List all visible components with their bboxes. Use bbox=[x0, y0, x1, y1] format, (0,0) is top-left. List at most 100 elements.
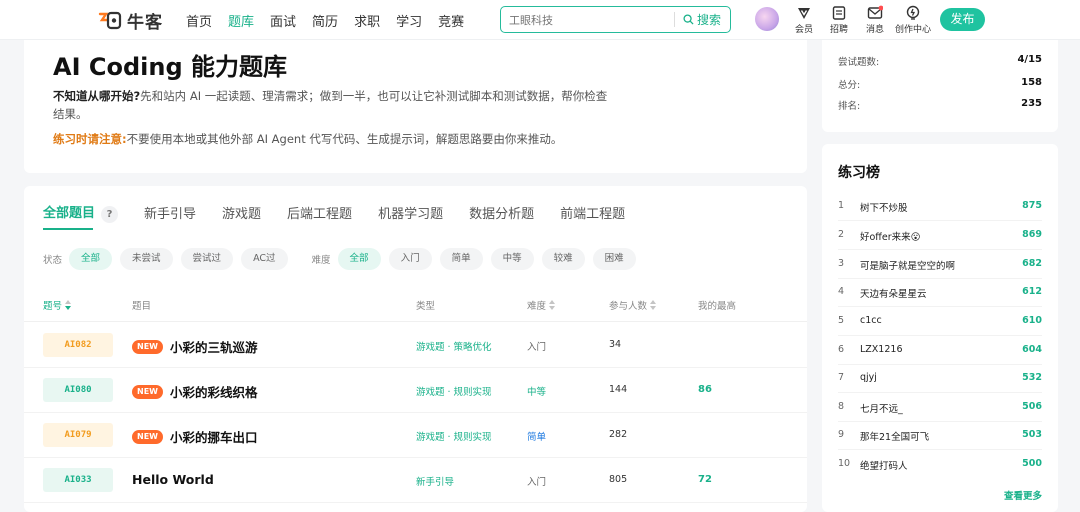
nav-resume[interactable]: 简历 bbox=[312, 11, 338, 30]
difficulty-very-hard-chip[interactable]: 困难 bbox=[592, 248, 636, 270]
problem-participants: 805 bbox=[609, 474, 628, 485]
tab-all[interactable]: 全部题目? bbox=[43, 202, 119, 223]
nav-recruit[interactable]: 招聘 bbox=[820, 5, 858, 35]
tab-data-analysis[interactable]: 数据分析题 bbox=[469, 203, 534, 222]
problem-title-text: Hello World bbox=[132, 472, 214, 487]
active-tab-indicator bbox=[43, 228, 93, 230]
leaderboard-title: 练习榜 bbox=[838, 165, 880, 181]
tab-backend[interactable]: 后端工程题 bbox=[287, 203, 352, 222]
nav-home[interactable]: 首页 bbox=[186, 11, 212, 30]
rank-user[interactable]: c1cc bbox=[860, 315, 882, 326]
problem-title[interactable]: Hello World bbox=[132, 472, 214, 487]
help-icon[interactable]: ? bbox=[101, 206, 119, 223]
difficulty-easy-chip[interactable]: 简单 bbox=[439, 248, 483, 270]
difficulty-intro-chip[interactable]: 入门 bbox=[388, 248, 432, 270]
top-navbar: 牛客 首页 题库 面试 简历 求职 学习 竞赛 搜索 会员 招聘 消息 创作中心… bbox=[0, 0, 1080, 40]
col-difficulty-header[interactable]: 难度 bbox=[527, 298, 556, 312]
table-row[interactable]: AI079 NEW 小彩的挪车出口 游戏题 · 规则实现 简单 282 bbox=[24, 413, 807, 458]
rank-user[interactable]: 树下不炒股 bbox=[860, 200, 908, 214]
sort-icon bbox=[65, 300, 72, 310]
practice-leaderboard: 练习榜 1 树下不炒股 875 2 好offer来来😮 869 3 可是脑子就是空空的啊 6… bbox=[822, 144, 1058, 512]
leaderboard-row[interactable]: 1 树下不炒股 875 bbox=[838, 192, 1042, 221]
problem-type: 新手引导 bbox=[416, 477, 455, 488]
stat-label: 尝试题数: bbox=[838, 57, 880, 68]
col-participants-header[interactable]: 参与人数 bbox=[609, 298, 657, 312]
nav-interview[interactable]: 面试 bbox=[270, 11, 296, 30]
nowcoder-logo-icon bbox=[97, 10, 123, 32]
user-avatar[interactable] bbox=[755, 7, 779, 31]
tab-frontend[interactable]: 前端工程题 bbox=[560, 203, 625, 222]
nav-message[interactable]: 消息 bbox=[856, 5, 894, 35]
difficulty-all-chip[interactable]: 全部 bbox=[337, 248, 381, 270]
rank-user[interactable]: 好offer来来😮 bbox=[860, 229, 921, 243]
tab-all-label: 全部题目 bbox=[43, 206, 96, 221]
logo[interactable]: 牛客 bbox=[97, 8, 163, 33]
rank-user[interactable]: 那年21全国可飞 bbox=[860, 429, 929, 443]
problem-title[interactable]: NEW 小彩的彩线织格 bbox=[132, 382, 258, 401]
status-all-chip[interactable]: 全部 bbox=[69, 248, 113, 270]
leaderboard-row[interactable]: 5 c1cc 610 bbox=[838, 307, 1042, 336]
problem-title[interactable]: NEW 小彩的挪车出口 bbox=[132, 427, 258, 446]
nav-vip[interactable]: 会员 bbox=[785, 5, 823, 35]
new-badge: NEW bbox=[132, 384, 163, 399]
problem-difficulty: 中等 bbox=[527, 387, 547, 398]
table-row[interactable]: AI082 NEW 小彩的三轨巡游 游戏题 · 策略优化 入门 34 bbox=[24, 323, 807, 368]
leaderboard-row[interactable]: 10 绝望打码人 500 bbox=[838, 450, 1042, 479]
rank-user[interactable]: 可是脑子就是空空的啊 bbox=[860, 258, 955, 272]
search-button-label: 搜索 bbox=[697, 13, 722, 27]
rank-user[interactable]: 天边有朵星星云 bbox=[860, 286, 927, 300]
notice-bold: 练习时请注意: bbox=[53, 132, 127, 146]
problem-title-text: 小彩的彩线织格 bbox=[169, 385, 258, 400]
category-tabs: 全部题目? 新手引导 游戏题 后端工程题 机器学习题 数据分析题 前端工程题 bbox=[43, 202, 651, 223]
problem-title[interactable]: NEW 小彩的三轨巡游 bbox=[132, 337, 258, 356]
problem-list-card: 全部题目? 新手引导 游戏题 后端工程题 机器学习题 数据分析题 前端工程题 状… bbox=[24, 186, 807, 512]
search-button[interactable]: 搜索 bbox=[683, 11, 721, 28]
nav-creator[interactable]: 创作中心 bbox=[893, 5, 933, 35]
tab-ml[interactable]: 机器学习题 bbox=[378, 203, 443, 222]
leaderboard-row[interactable]: 8 七月不远_ 506 bbox=[838, 393, 1042, 422]
rank-user[interactable]: LZX1216 bbox=[860, 344, 903, 355]
leaderboard-row[interactable]: 4 天边有朵星星云 612 bbox=[838, 278, 1042, 307]
problem-participants: 282 bbox=[609, 429, 628, 440]
nav-recruit-label: 招聘 bbox=[829, 25, 848, 35]
rank-number: 3 bbox=[838, 258, 845, 269]
problem-best-score: 86 bbox=[698, 384, 712, 395]
rank-number: 6 bbox=[838, 344, 845, 355]
table-row[interactable]: AI080 NEW 小彩的彩线织格 游戏题 · 规则实现 中等 144 86 bbox=[24, 368, 807, 413]
rank-score: 604 bbox=[1022, 344, 1042, 355]
rank-user[interactable]: 绝望打码人 bbox=[860, 458, 908, 472]
rank-score: 682 bbox=[1022, 258, 1042, 269]
nav-jobs[interactable]: 求职 bbox=[354, 11, 380, 30]
rank-user[interactable]: qjyj bbox=[860, 372, 877, 383]
nav-learn[interactable]: 学习 bbox=[396, 11, 422, 30]
leaderboard-row[interactable]: 3 可是脑子就是空空的啊 682 bbox=[838, 250, 1042, 279]
col-id-header[interactable]: 题号 bbox=[43, 298, 72, 312]
table-row[interactable]: AI033 Hello World 新手引导 入门 805 72 bbox=[24, 458, 807, 503]
rank-user[interactable]: 七月不远_ bbox=[860, 401, 903, 415]
status-untried-chip[interactable]: 未尝试 bbox=[120, 248, 173, 270]
table-header: 题号 题目 类型 难度 参与人数 我的最高 bbox=[24, 294, 807, 322]
stat-rank: 排名: 235 bbox=[838, 98, 1042, 112]
leaderboard-row[interactable]: 2 好offer来来😮 869 bbox=[838, 221, 1042, 250]
search-input[interactable] bbox=[509, 11, 669, 29]
vip-icon bbox=[798, 8, 810, 19]
nav-contest[interactable]: 竞赛 bbox=[438, 11, 464, 30]
leaderboard-row[interactable]: 9 那年21全国可飞 503 bbox=[838, 421, 1042, 450]
status-tried-chip[interactable]: 尝试过 bbox=[180, 248, 234, 270]
publish-button[interactable]: 发布 bbox=[940, 8, 985, 31]
problem-title-text: 小彩的挪车出口 bbox=[169, 430, 258, 445]
tab-beginner[interactable]: 新手引导 bbox=[144, 203, 196, 222]
leaderboard-row[interactable]: 7 qjyj 532 bbox=[838, 364, 1042, 393]
status-filter-label: 状态 bbox=[43, 255, 63, 266]
status-ac-chip[interactable]: AC过 bbox=[241, 248, 288, 270]
see-more-link[interactable]: 查看更多 bbox=[1004, 488, 1042, 502]
nav-question-bank[interactable]: 题库 bbox=[228, 11, 254, 30]
sort-icon bbox=[650, 300, 657, 310]
stat-total-score: 总分: 158 bbox=[838, 77, 1042, 91]
stat-value: 4/15 bbox=[1017, 54, 1042, 65]
leaderboard-row[interactable]: 6 LZX1216 604 bbox=[838, 336, 1042, 365]
problem-type: 游戏题 · 策略优化 bbox=[416, 342, 492, 353]
tab-game[interactable]: 游戏题 bbox=[222, 203, 261, 222]
difficulty-hard-chip[interactable]: 较难 bbox=[541, 248, 585, 270]
difficulty-medium-chip[interactable]: 中等 bbox=[490, 248, 534, 270]
